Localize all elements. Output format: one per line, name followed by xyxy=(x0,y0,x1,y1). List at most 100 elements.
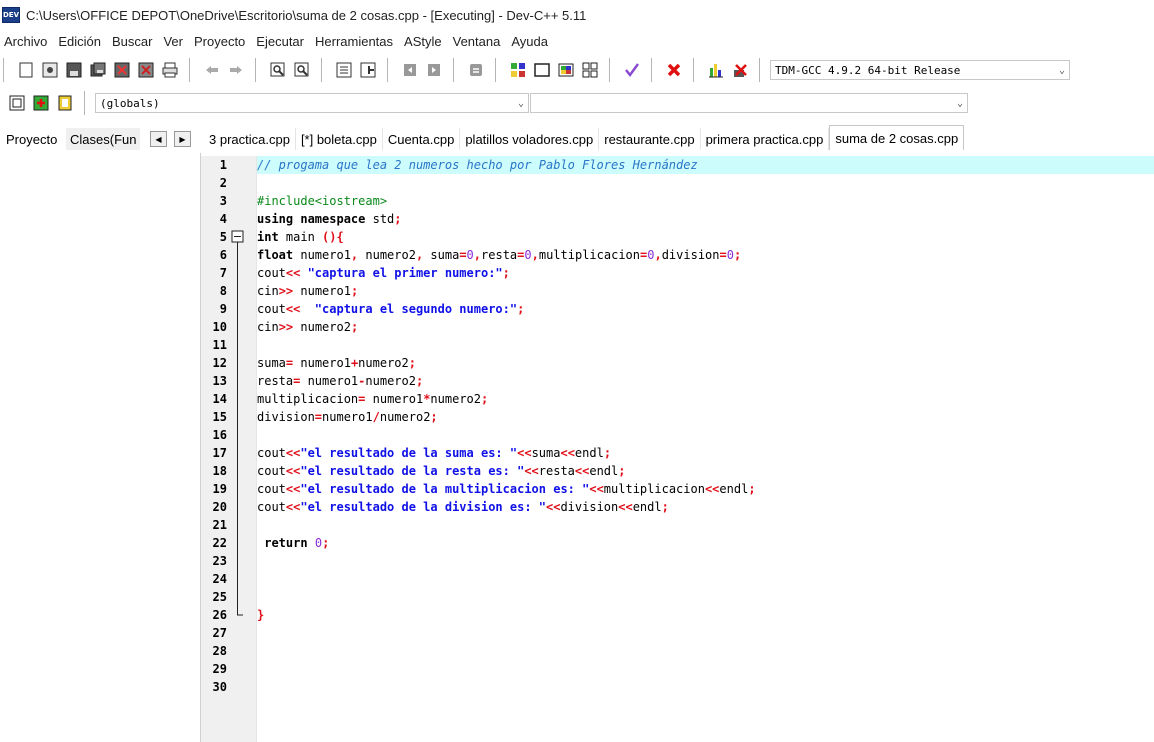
menu-ayuda[interactable]: Ayuda xyxy=(511,34,548,49)
code-line[interactable]: float numero1, numero2, suma=0,resta=0,m… xyxy=(257,246,1154,264)
code-line[interactable] xyxy=(257,516,1154,534)
jump-icon[interactable] xyxy=(357,59,379,81)
code-line[interactable]: using namespace std; xyxy=(257,210,1154,228)
menu-astyle[interactable]: AStyle xyxy=(404,34,442,49)
code-line[interactable]: cin>> numero1; xyxy=(257,282,1154,300)
code-line[interactable] xyxy=(257,570,1154,588)
new-file-icon[interactable] xyxy=(15,59,37,81)
tab-scroll-left-icon[interactable]: ◀ xyxy=(150,131,167,147)
code-token: cin xyxy=(257,320,279,334)
menu-herramientas[interactable]: Herramientas xyxy=(315,34,393,49)
remove-file-icon[interactable] xyxy=(54,92,76,114)
code-line[interactable]: int main (){ xyxy=(257,228,1154,246)
code-line[interactable]: cout << "el resultado de la multiplicacion… xyxy=(257,480,1154,498)
file-tab[interactable]: [*] boleta.cpp xyxy=(296,128,383,150)
code-line[interactable]: cout<<"el resultado de la suma es: "<<su… xyxy=(257,444,1154,462)
close-all-icon[interactable] xyxy=(135,59,157,81)
redo-icon[interactable] xyxy=(225,59,247,81)
code-line[interactable] xyxy=(257,678,1154,696)
indent-icon[interactable] xyxy=(399,59,421,81)
close-icon[interactable] xyxy=(111,59,133,81)
window-title: C:\Users\OFFICE DEPOT\OneDrive\Escritori… xyxy=(26,7,587,23)
save-icon[interactable] xyxy=(63,59,85,81)
code-token: << xyxy=(704,482,720,496)
file-tab[interactable]: platillos voladores.cpp xyxy=(460,128,600,150)
code-line[interactable]: cout<<"el resultado de la resta es: "<<r… xyxy=(257,462,1154,480)
menu-ventana[interactable]: Ventana xyxy=(453,34,501,49)
debug-icon[interactable] xyxy=(729,59,751,81)
open-icon[interactable] xyxy=(39,59,61,81)
unindent-icon[interactable] xyxy=(423,59,445,81)
replace-icon[interactable] xyxy=(291,59,313,81)
code-line[interactable]: cout<< "captura el segundo numero:"; xyxy=(257,300,1154,318)
code-token: "el resultado de la multiplicacion es: " xyxy=(300,482,590,496)
code-line[interactable] xyxy=(257,588,1154,606)
file-tab[interactable]: Cuenta.cpp xyxy=(383,128,461,150)
compile-run-icon[interactable] xyxy=(555,59,577,81)
code-line[interactable]: } xyxy=(257,606,1154,624)
code-line[interactable]: resta= numero1-numero2; xyxy=(257,372,1154,390)
menu-ver[interactable]: Ver xyxy=(163,34,183,49)
code-token: numero1 xyxy=(322,410,373,424)
code-line[interactable] xyxy=(257,660,1154,678)
code-line[interactable]: multiplicacion= numero1*numero2; xyxy=(257,390,1154,408)
print-icon[interactable] xyxy=(159,59,181,81)
code-line[interactable] xyxy=(257,426,1154,444)
chart-icon[interactable] xyxy=(705,59,727,81)
code-line[interactable]: // progama que lea 2 numeros hecho por P… xyxy=(257,156,1154,174)
code-token: ; xyxy=(394,212,402,226)
code-line[interactable] xyxy=(257,174,1154,192)
code-token: main xyxy=(278,230,323,244)
menu-edicion[interactable]: Edición xyxy=(58,34,101,49)
menu-buscar[interactable]: Buscar xyxy=(112,34,152,49)
code-line[interactable]: cin>> numero2; xyxy=(257,318,1154,336)
toggle-comment-icon[interactable] xyxy=(465,59,487,81)
code-token: numero1 xyxy=(365,392,424,406)
goto-icon[interactable] xyxy=(333,59,355,81)
menu-archivo[interactable]: Archivo xyxy=(4,34,47,49)
code-token: std xyxy=(365,212,395,226)
compile-icon[interactable] xyxy=(507,59,529,81)
line-number: 21 xyxy=(212,518,227,532)
file-tab-active[interactable]: suma de 2 cosas.cpp xyxy=(829,125,965,150)
new-class-icon[interactable] xyxy=(6,92,28,114)
code-line[interactable]: cout<< "captura el primer numero:"; xyxy=(257,264,1154,282)
code-line[interactable]: #include<iostream> xyxy=(257,192,1154,210)
code-token: cout xyxy=(257,482,286,496)
code-line[interactable]: division=numero1/numero2; xyxy=(257,408,1154,426)
code-line[interactable]: return 0; xyxy=(257,534,1154,552)
code-line[interactable] xyxy=(257,642,1154,660)
line-number: 5 xyxy=(219,230,227,244)
project-panel[interactable] xyxy=(0,153,201,742)
menu-proyecto[interactable]: Proyecto xyxy=(194,34,245,49)
code-token: "el resultado de la resta es: " xyxy=(300,464,525,478)
add-file-icon[interactable] xyxy=(30,92,52,114)
undo-icon[interactable] xyxy=(201,59,223,81)
code-line[interactable] xyxy=(257,552,1154,570)
tab-scroll-right-icon[interactable]: ▶ xyxy=(174,131,191,147)
syntax-check-icon[interactable] xyxy=(621,59,643,81)
code-line[interactable]: cout<<"el resultado de la division es: "… xyxy=(257,498,1154,516)
devcpp-app-icon[interactable]: DEV xyxy=(2,7,20,23)
rebuild-icon[interactable] xyxy=(579,59,601,81)
compiler-select[interactable]: TDM-GCC 4.9.2 64-bit Release ⌄ xyxy=(770,60,1070,80)
find-icon[interactable] xyxy=(267,59,289,81)
save-all-icon[interactable] xyxy=(87,59,109,81)
globals-select-value: (globals) xyxy=(100,96,160,110)
file-tab[interactable]: restaurante.cpp xyxy=(599,128,701,150)
members-select[interactable]: ⌄ xyxy=(530,93,968,113)
file-tab[interactable]: primera practica.cpp xyxy=(701,128,830,150)
file-tab[interactable]: 3 practica.cpp xyxy=(204,128,296,150)
globals-select[interactable]: (globals) ⌄ xyxy=(95,93,529,113)
menu-ejecutar[interactable]: Ejecutar xyxy=(256,34,304,49)
code-line[interactable] xyxy=(257,624,1154,642)
code-line[interactable]: suma= numero1+numero2; xyxy=(257,354,1154,372)
fold-collapse-icon[interactable] xyxy=(231,228,245,624)
compiler-select-value: TDM-GCC 4.9.2 64-bit Release xyxy=(775,63,961,77)
stop-icon[interactable] xyxy=(663,59,685,81)
tab-clases[interactable]: Clases(Fun xyxy=(66,128,141,150)
tab-proyecto[interactable]: Proyecto xyxy=(2,128,61,150)
code-line[interactable] xyxy=(257,336,1154,354)
run-icon[interactable] xyxy=(531,59,553,81)
code-token: resta xyxy=(538,464,575,478)
